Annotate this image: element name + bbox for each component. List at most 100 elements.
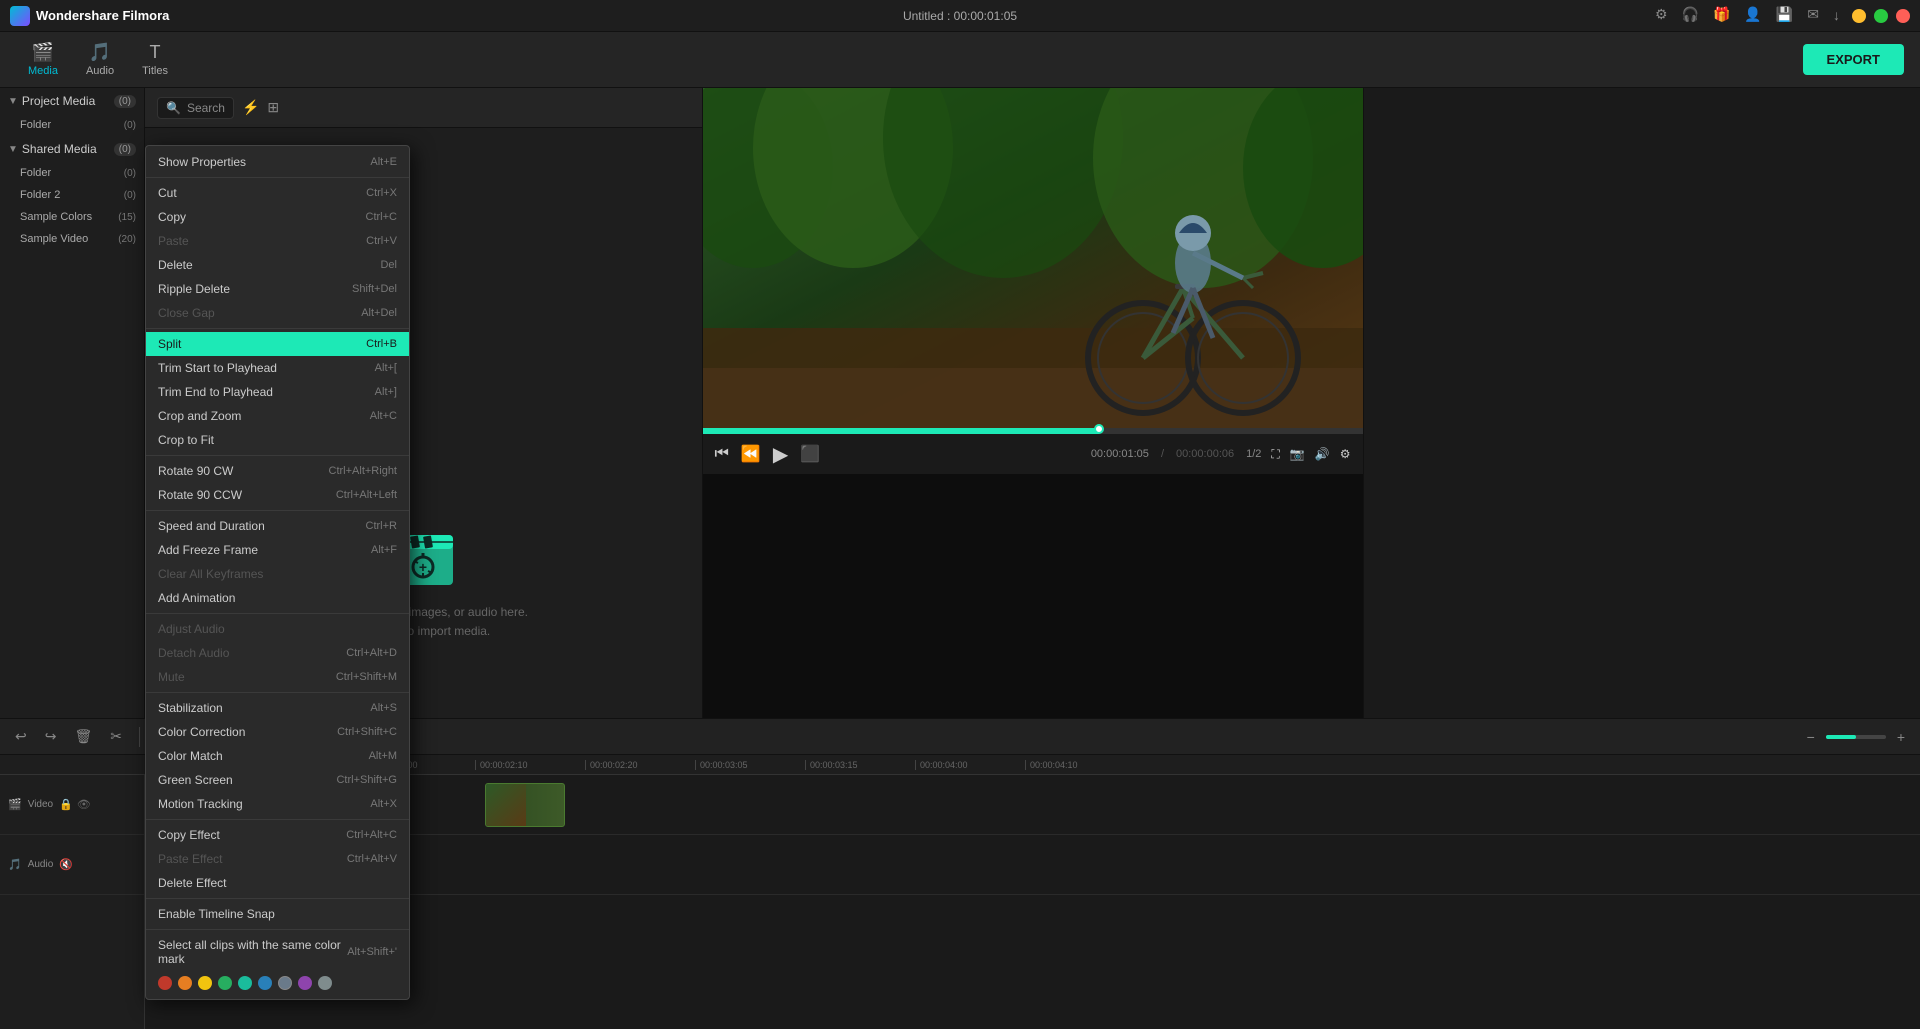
ctx-split-shortcut: Ctrl+B xyxy=(366,338,397,350)
media-tab-label: Media xyxy=(28,65,58,77)
search-box[interactable]: 🔍 Search xyxy=(157,97,234,119)
media-toolbar: 🔍 Search ⚡ ⊞ xyxy=(145,88,702,128)
ctx-ripple-delete[interactable]: Ripple Delete Shift+Del xyxy=(146,277,409,301)
audio-track-mute-icon[interactable]: 🔇 xyxy=(59,858,73,871)
maximize-button[interactable]: □ xyxy=(1874,9,1888,23)
ctx-rotate-cw-label: Rotate 90 CW xyxy=(158,464,329,478)
ctx-color-match[interactable]: Color Match Alt+M xyxy=(146,744,409,768)
project-media-header[interactable]: ▼ Project Media (0) xyxy=(0,88,144,114)
save-icon[interactable]: 💾 xyxy=(1776,6,1793,23)
sample-colors-item[interactable]: Sample Colors (15) xyxy=(0,206,144,228)
grid-icon[interactable]: ⊞ xyxy=(267,99,279,116)
ctx-rotate-ccw[interactable]: Rotate 90 CCW Ctrl+Alt+Left xyxy=(146,483,409,507)
project-media-label: Project Media xyxy=(22,94,95,108)
color-dot-blue[interactable] xyxy=(258,976,272,990)
ctx-copy[interactable]: Copy Ctrl+C xyxy=(146,205,409,229)
ctx-copy-effect[interactable]: Copy Effect Ctrl+Alt+C xyxy=(146,823,409,847)
color-dot-gray-blue[interactable] xyxy=(278,976,292,990)
ctx-trim-start[interactable]: Trim Start to Playhead Alt+[ xyxy=(146,356,409,380)
color-dot-green[interactable] xyxy=(218,976,232,990)
ctx-freeze-frame[interactable]: Add Freeze Frame Alt+F xyxy=(146,538,409,562)
preview-controls: ⏮ ⏪ ▶ ⬛ 00:00:01:05 / 00:00:00:06 1/2 ⛶ … xyxy=(703,434,1363,474)
delete-button[interactable]: 🗑 xyxy=(69,725,97,748)
progress-thumb[interactable] xyxy=(1094,424,1104,434)
ctx-color-correction[interactable]: Color Correction Ctrl+Shift+C xyxy=(146,720,409,744)
ctx-crop-fit[interactable]: Crop to Fit xyxy=(146,428,409,452)
ratio-label: 1/2 xyxy=(1246,448,1261,460)
fullscreen-button[interactable]: ⛶ xyxy=(1271,447,1279,462)
ctx-paste-shortcut: Ctrl+V xyxy=(366,235,397,247)
snapshot-button[interactable]: 📷 xyxy=(1290,447,1305,461)
go-start-button[interactable]: ⏮ xyxy=(715,445,729,463)
color-dot-teal[interactable] xyxy=(238,976,252,990)
preview-video-content xyxy=(703,88,1363,428)
zoom-in-button[interactable]: + xyxy=(1892,726,1910,748)
cut-button[interactable]: ✂ xyxy=(105,725,127,748)
ctx-cut[interactable]: Cut Ctrl+X xyxy=(146,181,409,205)
ctx-delete[interactable]: Delete Del xyxy=(146,253,409,277)
ctx-select-color-mark[interactable]: Select all clips with the same color mar… xyxy=(146,933,409,971)
ctx-close-gap-label: Close Gap xyxy=(158,306,361,320)
ctx-add-animation[interactable]: Add Animation xyxy=(146,586,409,610)
track-lock-icon[interactable]: 🔒 xyxy=(59,798,73,811)
ruler-mark-3: 00:00:02:10 xyxy=(475,760,585,770)
ctx-stabilization[interactable]: Stabilization Alt+S xyxy=(146,696,409,720)
color-dot-yellow[interactable] xyxy=(198,976,212,990)
color-dot-gray[interactable] xyxy=(318,976,332,990)
sample-video-badge: (20) xyxy=(118,234,136,245)
minimize-button[interactable]: − xyxy=(1852,9,1866,23)
video-clip-2[interactable] xyxy=(485,783,565,827)
headset-icon[interactable]: 🎧 xyxy=(1682,6,1699,23)
color-dot-red[interactable] xyxy=(158,976,172,990)
video-progress-bar[interactable] xyxy=(703,428,1363,434)
filter-icon[interactable]: ⚡ xyxy=(242,99,259,116)
ctx-copy-label: Copy xyxy=(158,210,366,224)
video-track-icon: 🎬 xyxy=(8,798,22,811)
folder-item-2[interactable]: Folder (0) xyxy=(0,162,144,184)
toolbar-media-tab[interactable]: 🎬 Media xyxy=(16,38,70,81)
close-button[interactable]: × xyxy=(1896,9,1910,23)
ctx-mute: Mute Ctrl+Shift+M xyxy=(146,665,409,689)
toolbar-divider xyxy=(139,727,140,747)
ctx-enable-snap[interactable]: Enable Timeline Snap xyxy=(146,902,409,926)
ctx-crop-fit-label: Crop to Fit xyxy=(158,433,397,447)
settings2-button[interactable]: ⚙ xyxy=(1340,447,1351,461)
ctx-crop-zoom[interactable]: Crop and Zoom Alt+C xyxy=(146,404,409,428)
ctx-trim-end[interactable]: Trim End to Playhead Alt+] xyxy=(146,380,409,404)
ctx-green-screen[interactable]: Green Screen Ctrl+Shift+G xyxy=(146,768,409,792)
ctx-motion-tracking[interactable]: Motion Tracking Alt+X xyxy=(146,792,409,816)
ctx-rotate-cw[interactable]: Rotate 90 CW Ctrl+Alt+Right xyxy=(146,459,409,483)
shared-media-header[interactable]: ▼ Shared Media (0) xyxy=(0,136,144,162)
gift-icon[interactable]: 🎁 xyxy=(1713,6,1730,23)
color-dot-orange[interactable] xyxy=(178,976,192,990)
toolbar-audio-tab[interactable]: 🎵 Audio xyxy=(74,38,126,81)
stop-button[interactable]: ⬛ xyxy=(800,444,820,464)
undo-button[interactable]: ↩ xyxy=(10,725,32,748)
settings-icon[interactable]: ⚙ xyxy=(1655,6,1668,23)
message-icon[interactable]: ✉ xyxy=(1807,6,1819,23)
track-eye-icon[interactable]: 👁 xyxy=(77,798,91,811)
ctx-delete-effect[interactable]: Delete Effect xyxy=(146,871,409,895)
folder-item-1[interactable]: Folder (0) xyxy=(0,114,144,136)
download-icon[interactable]: ↓ xyxy=(1833,7,1840,23)
current-time: 00:00:01:05 xyxy=(1091,448,1149,460)
ctx-split[interactable]: Split Ctrl+B xyxy=(146,332,409,356)
sample-video-item[interactable]: Sample Video (20) xyxy=(0,228,144,250)
toolbar-titles-tab[interactable]: T Titles xyxy=(130,38,180,81)
step-back-button[interactable]: ⏪ xyxy=(741,444,761,464)
ctx-sep-1 xyxy=(146,177,409,178)
ctx-paste-effect-shortcut: Ctrl+Alt+V xyxy=(347,853,397,865)
color-dot-purple[interactable] xyxy=(298,976,312,990)
redo-button[interactable]: ↪ xyxy=(40,725,62,748)
ctx-show-properties[interactable]: Show Properties Alt+E xyxy=(146,150,409,174)
folder-item-3[interactable]: Folder 2 (0) xyxy=(0,184,144,206)
play-button[interactable]: ▶ xyxy=(773,442,788,467)
zoom-slider[interactable] xyxy=(1826,735,1886,739)
zoom-out-button[interactable]: − xyxy=(1802,726,1820,748)
ctx-speed-duration[interactable]: Speed and Duration Ctrl+R xyxy=(146,514,409,538)
user-icon[interactable]: 👤 xyxy=(1744,6,1761,23)
ctx-cut-shortcut: Ctrl+X xyxy=(366,187,397,199)
ctx-motion-tracking-shortcut: Alt+X xyxy=(370,798,397,810)
audio-button[interactable]: 🔊 xyxy=(1315,447,1330,461)
export-button[interactable]: EXPORT xyxy=(1803,44,1904,75)
